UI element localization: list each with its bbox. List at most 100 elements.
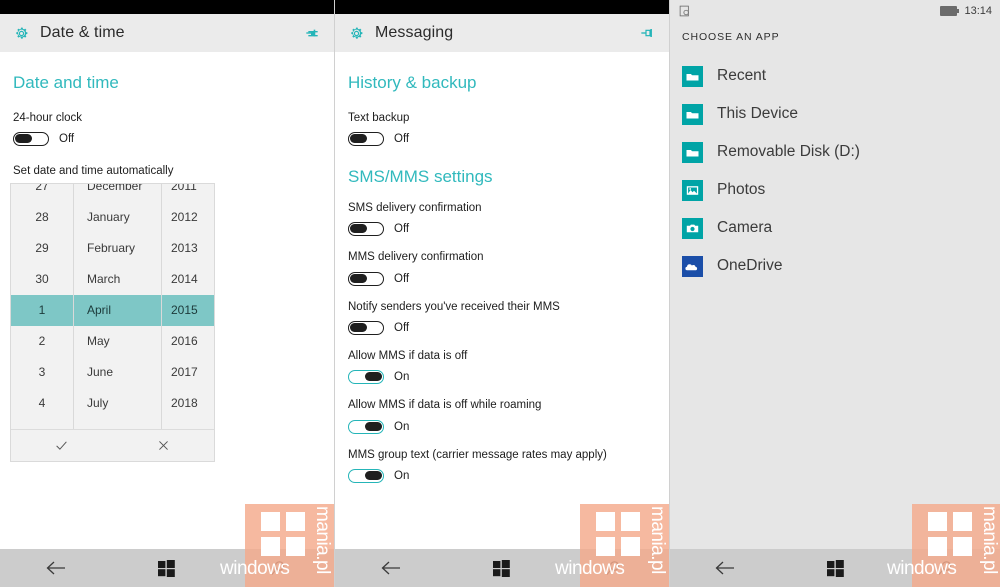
toggle-row-allow-mms-data-off[interactable]: On	[348, 370, 656, 384]
toggle-row-mms-group-text[interactable]: On	[348, 469, 656, 483]
gear-icon	[13, 25, 30, 42]
back-icon	[45, 560, 67, 576]
month-option[interactable]: July	[74, 388, 161, 419]
month-option[interactable]: June	[74, 357, 161, 388]
toggle-mms-delivery-confirmation[interactable]	[348, 272, 384, 286]
day-option-selected[interactable]: 1	[11, 295, 73, 326]
date-time-header: Date & time	[0, 14, 334, 52]
toggle-row-text-backup[interactable]: Off	[348, 132, 656, 146]
mobile-status-bar: 13:14	[670, 0, 1000, 22]
pin-icon[interactable]	[305, 25, 321, 41]
toggle-state-mms-delivery-confirmation: Off	[394, 273, 409, 285]
search-button[interactable]	[600, 558, 626, 578]
day-option[interactable]: 30	[11, 264, 73, 295]
app-name: Recent	[717, 67, 766, 85]
year-option[interactable]: 2016	[162, 326, 214, 357]
day-option[interactable]: 5	[11, 419, 73, 429]
day-option[interactable]: 2	[11, 326, 73, 357]
date-picker-cancel-button[interactable]	[113, 430, 215, 461]
date-picker[interactable]: 27 28 29 30 1 2 3 4 5 Dece	[11, 184, 214, 461]
date-picker-day-column[interactable]: 27 28 29 30 1 2 3 4 5	[11, 184, 73, 429]
cloud-icon	[682, 256, 703, 277]
year-list[interactable]: 2011 2012 2013 2014 2015 2016 2017 2018 …	[162, 184, 214, 429]
day-option[interactable]: 4	[11, 388, 73, 419]
day-option[interactable]: 3	[11, 357, 73, 388]
toggle-state-mms-group-text: On	[394, 470, 409, 482]
windows-icon	[493, 560, 510, 577]
list-item-recent[interactable]: Recent	[682, 57, 1000, 95]
app-list: Recent This Device Removable Disk (D:) P…	[670, 43, 1000, 285]
year-option[interactable]: 2011	[162, 184, 214, 202]
search-button[interactable]	[933, 558, 959, 578]
list-item-onedrive[interactable]: OneDrive	[682, 247, 1000, 285]
status-strip	[0, 0, 334, 14]
day-option[interactable]: 27	[11, 184, 73, 202]
year-option[interactable]: 2017	[162, 357, 214, 388]
toggle-state-text-backup: Off	[394, 133, 409, 145]
list-item-this-device[interactable]: This Device	[682, 95, 1000, 133]
date-picker-accept-button[interactable]	[11, 430, 113, 461]
toggle-text-backup[interactable]	[348, 132, 384, 146]
date-picker-year-column[interactable]: 2011 2012 2013 2014 2015 2016 2017 2018 …	[162, 184, 214, 429]
back-button[interactable]	[378, 558, 404, 578]
toggle-row-notify-senders-mms[interactable]: Off	[348, 321, 656, 335]
messaging-body: History & backup Text backup Off SMS/MMS…	[335, 74, 669, 587]
start-button[interactable]	[822, 558, 848, 578]
navbar-chooser	[670, 549, 1000, 587]
panel-messaging: Messaging History & backup Text backup O…	[334, 0, 669, 587]
search-icon	[270, 560, 287, 577]
year-option[interactable]: 2014	[162, 264, 214, 295]
start-button[interactable]	[154, 558, 180, 578]
month-option[interactable]: August	[74, 419, 161, 429]
toggle-row-sms-delivery-confirmation[interactable]: Off	[348, 222, 656, 236]
day-list[interactable]: 27 28 29 30 1 2 3 4 5	[11, 184, 73, 429]
day-option[interactable]: 29	[11, 233, 73, 264]
label-notify-senders-mms: Notify senders you've received their MMS	[348, 300, 656, 314]
toggle-sms-delivery-confirmation[interactable]	[348, 222, 384, 236]
folder-icon	[682, 142, 703, 163]
label-mms-delivery-confirmation: MMS delivery confirmation	[348, 250, 656, 264]
label-allow-mms-data-off: Allow MMS if data is off	[348, 349, 656, 363]
toggle-row-24-hour-clock[interactable]: Off	[13, 132, 321, 146]
toggle-row-mms-delivery-confirmation[interactable]: Off	[348, 272, 656, 286]
toggle-row-allow-mms-data-off-roaming[interactable]: On	[348, 420, 656, 434]
year-option[interactable]: 2018	[162, 388, 214, 419]
start-button[interactable]	[489, 558, 515, 578]
screenshot-triptych: Date & time Date and time 24-hour clock …	[0, 0, 1000, 587]
toggle-state-24-hour-clock: Off	[59, 133, 74, 145]
app-name: Camera	[717, 219, 772, 237]
month-option[interactable]: May	[74, 326, 161, 357]
label-allow-mms-data-off-roaming: Allow MMS if data is off while roaming	[348, 398, 656, 412]
back-icon	[380, 560, 402, 576]
pin-icon[interactable]	[640, 25, 656, 41]
chooser-title: CHOOSE AN APP	[670, 22, 1000, 43]
section-title-sms-mms-settings: SMS/MMS settings	[348, 168, 656, 187]
month-option[interactable]: December	[74, 184, 161, 202]
month-option[interactable]: March	[74, 264, 161, 295]
search-icon	[605, 560, 622, 577]
month-option[interactable]: February	[74, 233, 161, 264]
list-item-removable-disk[interactable]: Removable Disk (D:)	[682, 133, 1000, 171]
day-option[interactable]: 28	[11, 202, 73, 233]
toggle-24-hour-clock[interactable]	[13, 132, 49, 146]
toggle-allow-mms-data-off[interactable]	[348, 370, 384, 384]
camera-icon	[682, 218, 703, 239]
page-title: Messaging	[375, 24, 453, 42]
back-button[interactable]	[712, 558, 738, 578]
navbar-date-time	[0, 549, 334, 587]
month-list[interactable]: December January February March April Ma…	[74, 184, 161, 429]
toggle-notify-senders-mms[interactable]	[348, 321, 384, 335]
month-option[interactable]: January	[74, 202, 161, 233]
toggle-allow-mms-data-off-roaming[interactable]	[348, 420, 384, 434]
year-option[interactable]: 2019	[162, 419, 214, 429]
list-item-camera[interactable]: Camera	[682, 209, 1000, 247]
list-item-photos[interactable]: Photos	[682, 171, 1000, 209]
year-option-selected[interactable]: 2015	[162, 295, 214, 326]
search-button[interactable]	[265, 558, 291, 578]
toggle-mms-group-text[interactable]	[348, 469, 384, 483]
month-option-selected[interactable]: April	[74, 295, 161, 326]
date-picker-month-column[interactable]: December January February March April Ma…	[73, 184, 162, 429]
back-button[interactable]	[43, 558, 69, 578]
year-option[interactable]: 2013	[162, 233, 214, 264]
year-option[interactable]: 2012	[162, 202, 214, 233]
